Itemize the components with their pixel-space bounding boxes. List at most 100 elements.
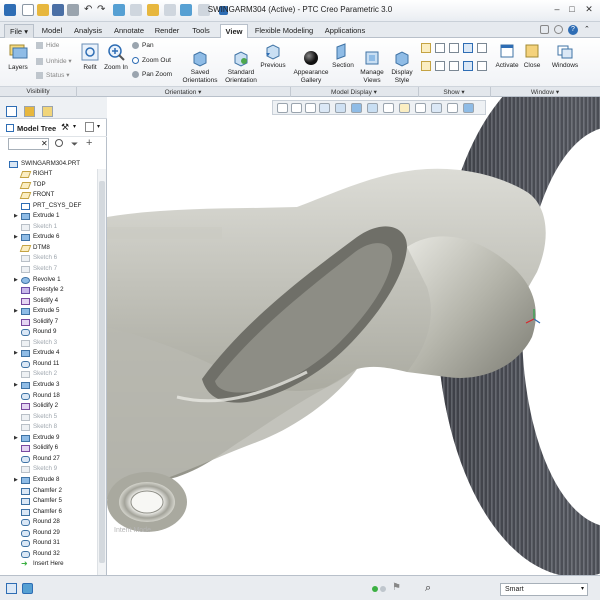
tab-render[interactable]: Render [151, 24, 183, 38]
tree-item[interactable]: Chamfer 2 [0, 486, 96, 496]
spin-center-view-icon[interactable] [415, 103, 426, 113]
tree-item[interactable]: TOP [0, 180, 96, 190]
tree-item[interactable]: Sketch 5 [0, 412, 96, 422]
expand-arrow-icon[interactable]: ▶ [14, 433, 18, 443]
print-icon[interactable] [67, 4, 79, 16]
axis-display-icon[interactable] [435, 43, 445, 53]
favorites-icon[interactable] [540, 25, 549, 34]
new-file-icon[interactable] [22, 4, 34, 16]
maximize-button[interactable]: □ [566, 4, 578, 16]
expand-arrow-icon[interactable]: ▶ [14, 232, 18, 242]
zoom-out-button[interactable]: Zoom Out [132, 57, 171, 64]
tree-item[interactable]: Round 31 [0, 538, 96, 548]
unhide-button[interactable]: Unhide ▾ [36, 57, 72, 65]
close-button[interactable]: ✕ [583, 4, 595, 16]
flag-icon[interactable]: ⚑ [392, 582, 401, 593]
csys-display-view-icon[interactable] [447, 103, 458, 113]
tab-applications[interactable]: Applications [320, 24, 370, 38]
tree-item[interactable]: Solidify 4 [0, 296, 96, 306]
tree-item[interactable]: ▶ Extrude 9 [0, 433, 96, 443]
saved-orientations-button[interactable]: Saved Orientations [180, 42, 220, 92]
tree-item[interactable]: Round 28 [0, 517, 96, 527]
refit-button[interactable]: Refit [79, 42, 101, 72]
show-dropdown-icon[interactable] [85, 122, 94, 132]
tab-file[interactable]: File ▾ [4, 24, 34, 38]
csys-display-icon[interactable] [463, 43, 473, 53]
plane-display-icon[interactable] [421, 43, 431, 53]
tree-item[interactable]: Freestyle 2 [0, 285, 96, 295]
axis-tag-icon[interactable] [435, 61, 445, 71]
tree-item[interactable]: ➜ Insert Here [0, 559, 96, 569]
more-view-icon[interactable] [463, 103, 474, 113]
tree-scroll-thumb[interactable] [99, 181, 105, 563]
zoom-in-view-icon[interactable] [291, 103, 302, 113]
tree-item[interactable]: ▶ Extrude 6 [0, 232, 96, 242]
tree-item[interactable]: Round 11 [0, 359, 96, 369]
tab-model[interactable]: Model [37, 24, 67, 38]
standard-orientation-button[interactable]: Standard Orientation [222, 42, 260, 92]
pan-zoom-button[interactable]: Pan Zoom [132, 71, 172, 78]
save-icon[interactable] [52, 4, 64, 16]
expand-arrow-icon[interactable]: ▶ [14, 211, 18, 221]
csys-tag-icon[interactable] [463, 61, 473, 71]
hide-button[interactable]: Hide [36, 42, 59, 49]
tree-item[interactable]: Solidify 7 [0, 317, 96, 327]
group-label-orientation[interactable]: Orientation ▾ [76, 88, 290, 96]
help-icon[interactable]: ? [568, 25, 578, 35]
find-icon[interactable]: ⌕ [425, 582, 431, 595]
point-display-icon[interactable] [449, 43, 459, 53]
close-window-button[interactable]: Close [521, 42, 543, 70]
refit-view-icon[interactable] [277, 103, 288, 113]
tree-item[interactable]: DTM8 [0, 243, 96, 253]
expand-arrow-icon[interactable]: ▶ [14, 380, 18, 390]
tab-annotate[interactable]: Annotate [110, 24, 148, 38]
tree-item[interactable]: Round 32 [0, 549, 96, 559]
model-tree-tab[interactable] [6, 106, 17, 117]
section-button[interactable]: Section [330, 42, 356, 70]
tag-display-icon[interactable] [477, 43, 487, 53]
minimize-button[interactable]: – [551, 4, 563, 16]
open-folder-icon[interactable] [37, 4, 49, 16]
saved-orientations-view-icon[interactable] [351, 103, 362, 113]
layers-button[interactable]: Layers [5, 42, 31, 72]
tree-item[interactable]: PRT_CSYS_DEF [0, 201, 96, 211]
show-navigator-icon[interactable] [6, 583, 17, 594]
expand-arrow-icon[interactable]: ▶ [14, 275, 18, 285]
annotation-tag-icon[interactable] [477, 61, 487, 71]
clear-search-icon[interactable]: ✕ [41, 139, 48, 148]
point-tag-icon[interactable] [449, 61, 459, 71]
tree-item[interactable]: ▶ Revolve 1 [0, 275, 96, 285]
tab-flexible-modeling[interactable]: Flexible Modeling [251, 24, 317, 38]
search-icon[interactable] [554, 25, 563, 34]
tree-item[interactable]: FRONT [0, 190, 96, 200]
expand-arrow-icon[interactable]: ▶ [14, 348, 18, 358]
tab-tools[interactable]: Tools [186, 24, 216, 38]
tree-item[interactable]: Solidify 2 [0, 401, 96, 411]
tree-settings-dropdown-icon[interactable]: ▾ [73, 123, 76, 130]
filter-icon[interactable]: ⏷ [71, 139, 78, 150]
selection-filter-dropdown[interactable]: Smart ▾ [500, 583, 588, 596]
tab-view[interactable]: View [220, 24, 248, 39]
tree-item[interactable]: Sketch 6 [0, 253, 96, 263]
tree-item[interactable]: Solidify 6 [0, 443, 96, 453]
tree-item[interactable]: Chamfer 5 [0, 496, 96, 506]
datum-display-view-icon[interactable] [399, 103, 410, 113]
tree-item[interactable]: Round 29 [0, 528, 96, 538]
show-dropdown-arrow-icon[interactable]: ▾ [97, 123, 100, 130]
browser-toggle-icon[interactable] [22, 583, 33, 594]
display-style-view-icon[interactable] [335, 103, 346, 113]
tree-item[interactable]: Sketch 7 [0, 264, 96, 274]
tree-item[interactable]: Round 9 [0, 327, 96, 337]
appearance-gallery-button[interactable]: Appearance Gallery [293, 42, 329, 92]
zoom-out-view-icon[interactable] [305, 103, 316, 113]
tree-item[interactable]: ▶ Extrude 3 [0, 380, 96, 390]
tree-item[interactable]: RIGHT [0, 169, 96, 179]
tree-item[interactable]: ▶ Extrude 8 [0, 475, 96, 485]
perspective-view-icon[interactable] [383, 103, 394, 113]
manage-views-button[interactable]: Manage Views [358, 42, 386, 92]
tree-settings-icon[interactable]: ⚒ [61, 122, 71, 132]
expand-arrow-icon[interactable]: ▶ [14, 306, 18, 316]
swingarm-model-view[interactable] [107, 97, 600, 575]
group-label-model-display[interactable]: Model Display ▾ [290, 88, 418, 96]
tree-item[interactable]: Sketch 1 [0, 222, 96, 232]
